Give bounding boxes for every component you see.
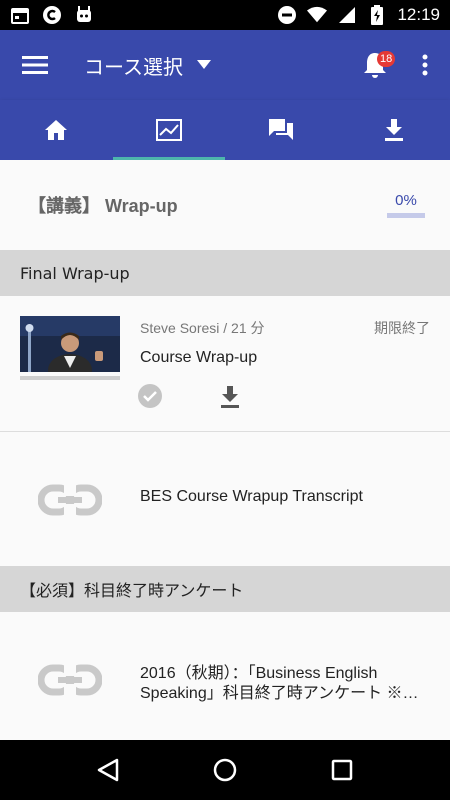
download-icon (384, 119, 403, 141)
download-icon[interactable] (218, 384, 242, 410)
status-badge: 期限終了 (374, 321, 430, 337)
link-title[interactable]: BES Course Wrapup Transcript (140, 488, 363, 506)
section-header: 【必須】科目終了時アンケート (0, 566, 450, 612)
recents-icon[interactable] (331, 759, 353, 781)
tab-bar (0, 100, 450, 160)
chart-icon (155, 119, 182, 141)
more-options-button[interactable] (400, 30, 450, 100)
notifications-button[interactable]: 18 (350, 30, 400, 100)
link-icon (38, 484, 102, 516)
dropdown-arrow-icon (197, 60, 211, 69)
progress-text: 0% (395, 192, 417, 209)
dnd-icon (277, 5, 297, 25)
app-bar: コース選択 18 (0, 30, 450, 100)
lecture-progress: 0% (387, 192, 425, 218)
back-icon[interactable] (97, 758, 119, 782)
list-item-link[interactable]: BES Course Wrapup Transcript (0, 432, 450, 566)
more-vert-icon (422, 54, 428, 76)
lecture-title: 【講義】 Wrap-up (28, 196, 178, 216)
status-bar: 12:19 (0, 0, 450, 30)
video-thumbnail[interactable] (20, 316, 120, 372)
list-item-video[interactable]: Steve Soresi / 21 分 期限終了 Course Wrap-up (0, 296, 450, 432)
signal-icon (337, 5, 357, 25)
hamburger-icon (22, 56, 48, 74)
calendar-icon (10, 5, 30, 25)
robot-icon (74, 5, 94, 25)
survey-title[interactable]: 2016（秋期）：「Business English Speaking」科目終了… (140, 664, 435, 704)
app-title: コース選択 (84, 54, 183, 79)
tab-download[interactable] (338, 100, 450, 160)
menu-button[interactable] (0, 30, 70, 100)
tab-home[interactable] (0, 100, 113, 160)
course-selector[interactable]: コース選択 (84, 51, 211, 80)
tab-forum[interactable] (225, 100, 338, 160)
video-meta: Steve Soresi / 21 分 (140, 320, 265, 336)
tab-chart[interactable] (112, 100, 226, 160)
lecture-content: 【講義】 Wrap-up 0% Final Wrap-up Steve Sore… (0, 160, 450, 740)
forum-icon (269, 119, 294, 140)
system-nav-bar (0, 740, 450, 800)
c-app-icon (42, 5, 62, 25)
battery-icon (367, 5, 387, 25)
list-item-survey[interactable]: 2016（秋期）：「Business English Speaking」科目終了… (0, 612, 450, 740)
lecture-header: 【講義】 Wrap-up 0% (0, 160, 450, 250)
video-title[interactable]: Course Wrap-up (140, 349, 257, 367)
link-icon (38, 664, 102, 696)
status-time: 12:19 (397, 5, 440, 24)
video-progress-bar (20, 376, 120, 380)
notification-badge: 18 (377, 51, 396, 67)
check-circle-icon (138, 384, 162, 408)
progress-track (387, 213, 425, 218)
wifi-icon (307, 5, 328, 25)
home-circle-icon[interactable] (213, 758, 237, 782)
home-icon (45, 120, 68, 140)
section-header: Final Wrap-up (0, 250, 450, 296)
